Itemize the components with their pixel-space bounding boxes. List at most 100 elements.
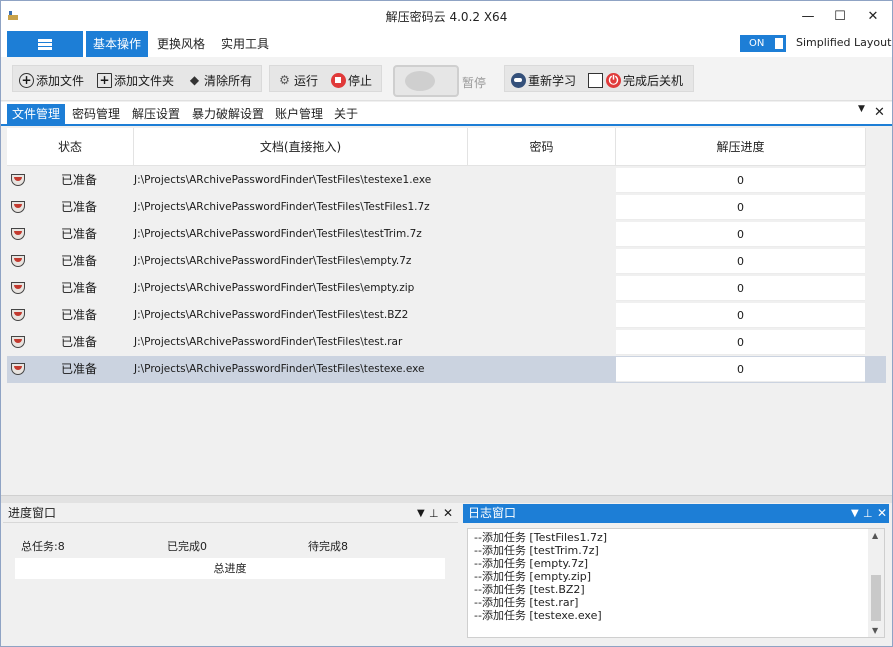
- progress-panel-dropdown-icon[interactable]: ▼: [417, 504, 425, 523]
- progress-panel-close-icon[interactable]: ✕: [443, 504, 453, 523]
- total-progress-bar: 总进度: [15, 558, 445, 579]
- add-file-button[interactable]: + 添加文件: [19, 71, 84, 89]
- hamburger-icon: [38, 38, 52, 50]
- add-file-label: 添加文件: [36, 73, 85, 88]
- archive-icon: [11, 255, 25, 267]
- eraser-icon: ◆: [189, 73, 200, 87]
- row-progress: 0: [616, 249, 865, 274]
- relearn-icon: [511, 72, 526, 88]
- app-menu-button[interactable]: [7, 31, 83, 57]
- row-path: J:\Projects\ARchivePasswordFinder\TestFi…: [134, 228, 422, 240]
- run-button[interactable]: ⚙ 运行: [277, 71, 318, 89]
- tab-dropdown-icon[interactable]: ▼: [858, 104, 865, 114]
- scroll-up-icon[interactable]: ▲: [872, 531, 878, 540]
- relearn-button[interactable]: 重新学习: [511, 71, 576, 89]
- tab-bruteforce-settings[interactable]: 暴力破解设置: [187, 104, 269, 124]
- pause-button[interactable]: 暂停: [462, 74, 486, 91]
- row-path: J:\Projects\ARchivePasswordFinder\TestFi…: [134, 201, 430, 213]
- close-button[interactable]: ✕: [856, 1, 890, 31]
- layout-toggle[interactable]: ON: [740, 35, 786, 52]
- row-status: 已准备: [60, 308, 97, 322]
- archive-icon: [11, 174, 25, 186]
- column-header-progress[interactable]: 解压进度: [616, 128, 866, 166]
- shutdown-after-label: 完成后关机: [623, 73, 684, 88]
- table-row[interactable]: 已准备 J:\Projects\ARchivePasswordFinder\Te…: [7, 194, 886, 221]
- log-panel-pin-icon[interactable]: ⊥: [863, 504, 873, 523]
- completed-count: 已完成0: [167, 540, 207, 553]
- table-row[interactable]: 已准备 J:\Projects\ARchivePasswordFinder\Te…: [7, 275, 886, 302]
- stop-label: 停止: [348, 73, 373, 88]
- table-row[interactable]: 已准备 J:\Projects\ARchivePasswordFinder\Te…: [7, 221, 886, 248]
- log-panel[interactable]: --添加任务 [TestFiles1.7z] --添加任务 [testTrim.…: [467, 528, 885, 638]
- row-status: 已准备: [60, 227, 97, 241]
- log-panel-title: 日志窗口: [463, 504, 889, 523]
- ribbon-tab-style[interactable]: 更换风格: [150, 31, 212, 57]
- tab-extract-settings[interactable]: 解压设置: [127, 104, 185, 124]
- log-scrollbar[interactable]: ▲ ▼: [868, 529, 884, 637]
- log-line: --添加任务 [test.BZ2]: [474, 583, 585, 596]
- minimize-button[interactable]: —: [791, 1, 825, 31]
- column-header-status[interactable]: 状态: [7, 128, 134, 166]
- clear-all-button[interactable]: ◆ 清除所有: [187, 71, 252, 89]
- archive-icon: [11, 228, 25, 240]
- stop-button[interactable]: 停止: [331, 71, 372, 89]
- log-panel-dropdown-icon[interactable]: ▼: [851, 504, 859, 523]
- row-path: J:\Projects\ARchivePasswordFinder\TestFi…: [134, 336, 403, 348]
- table-row[interactable]: 已准备 J:\Projects\ARchivePasswordFinder\Te…: [7, 248, 886, 275]
- log-line: --添加任务 [empty.zip]: [474, 570, 592, 583]
- archive-icon: [11, 336, 25, 348]
- relearn-label: 重新学习: [528, 73, 577, 88]
- panel-splitter[interactable]: [1, 495, 892, 503]
- app-window: 解压密码云 4.0.2 X64 — ☐ ✕ 基本操作 更换风格 实用工具 ON …: [0, 0, 893, 647]
- archive-icon: [11, 201, 25, 213]
- window-title: 解压密码云 4.0.2 X64: [385, 10, 508, 24]
- tab-file-management[interactable]: 文件管理: [7, 104, 66, 124]
- row-progress: 0: [616, 222, 865, 247]
- row-progress: 0: [616, 330, 865, 355]
- power-icon: ⏻: [606, 72, 621, 88]
- gears-icon: ⚙: [279, 73, 290, 87]
- ribbon-tab-basic[interactable]: 基本操作: [86, 31, 149, 57]
- scroll-down-icon[interactable]: ▼: [872, 626, 878, 635]
- row-status: 已准备: [60, 281, 97, 295]
- progress-panel: 总任务:8 已完成0 待完成8 总进度: [3, 524, 458, 644]
- table-row[interactable]: 已准备 J:\Projects\ARchivePasswordFinder\Te…: [7, 167, 886, 194]
- maximize-button[interactable]: ☐: [823, 1, 857, 31]
- table-row[interactable]: 已准备 J:\Projects\ARchivePasswordFinder\Te…: [7, 302, 886, 329]
- row-path: J:\Projects\ARchivePasswordFinder\TestFi…: [134, 309, 409, 321]
- tab-about[interactable]: 关于: [329, 104, 363, 124]
- toolbar: + 添加文件 + 添加文件夹 ◆ 清除所有 ⚙ 运行 停止 暂停 重新学习 ⏻ …: [1, 57, 892, 101]
- table-row[interactable]: 已准备 J:\Projects\ARchivePasswordFinder\Te…: [7, 329, 886, 356]
- progress-panel-pin-icon[interactable]: ⊥: [429, 504, 439, 523]
- column-header-document[interactable]: 文档(直接拖入): [134, 128, 468, 166]
- tab-password-management[interactable]: 密码管理: [67, 104, 125, 124]
- document-tab-bar: 文件管理 密码管理 解压设置 暴力破解设置 账户管理 关于 ▼ ✕: [1, 102, 892, 126]
- stop-icon: [331, 72, 346, 88]
- log-panel-close-icon[interactable]: ✕: [877, 504, 887, 523]
- add-folder-button[interactable]: + 添加文件夹: [97, 71, 174, 89]
- log-line: --添加任务 [testexe.exe]: [474, 609, 602, 622]
- archive-icon: [11, 309, 25, 321]
- shutdown-after-toggle[interactable]: ⏻ 完成后关机: [588, 71, 683, 89]
- tab-account-management[interactable]: 账户管理: [270, 104, 328, 124]
- ribbon-tab-tools[interactable]: 实用工具: [214, 31, 276, 57]
- row-status: 已准备: [60, 254, 97, 268]
- row-progress: 0: [616, 168, 865, 193]
- scroll-thumb[interactable]: [871, 575, 881, 621]
- pending-count: 待完成8: [308, 540, 348, 553]
- grid-header: 状态 文档(直接拖入) 密码 解压进度: [7, 128, 866, 166]
- table-row-selected[interactable]: 已准备 J:\Projects\ARchivePasswordFinder\Te…: [7, 356, 886, 383]
- total-tasks: 总任务:8: [21, 540, 65, 553]
- row-status: 已准备: [60, 173, 97, 187]
- column-header-password[interactable]: 密码: [468, 128, 616, 166]
- log-line: --添加任务 [testTrim.7z]: [474, 544, 599, 557]
- row-progress: 0: [616, 276, 865, 301]
- log-line: --添加任务 [TestFiles1.7z]: [474, 531, 608, 544]
- progress-panel-title: 进度窗口: [3, 504, 458, 523]
- tab-close-icon[interactable]: ✕: [874, 105, 885, 120]
- row-path: J:\Projects\ARchivePasswordFinder\TestFi…: [134, 255, 412, 267]
- row-status: 已准备: [60, 362, 97, 376]
- archive-icon: [11, 282, 25, 294]
- run-label: 运行: [294, 73, 319, 88]
- shutdown-checkbox[interactable]: [588, 72, 603, 88]
